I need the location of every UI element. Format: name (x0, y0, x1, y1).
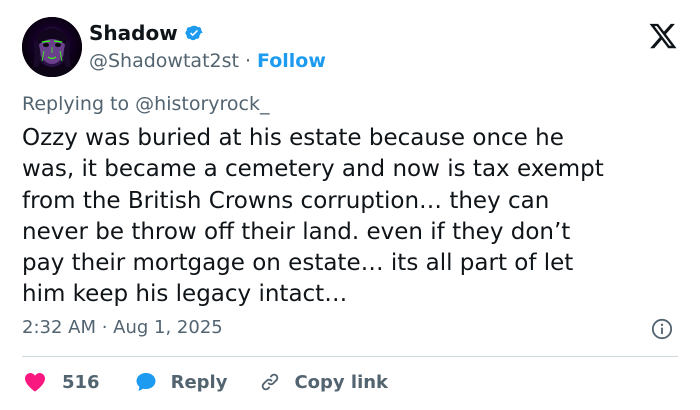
tweet-text: Ozzy was buried at his estate because on… (22, 125, 604, 308)
name-row: Shadow (89, 19, 204, 47)
timestamp[interactable]: 2:32 AM · Aug 1, 2025 (22, 315, 223, 341)
info-icon[interactable] (651, 318, 673, 340)
follow-button[interactable]: Follow (257, 47, 326, 75)
copy-link-label: Copy link (294, 371, 389, 393)
avatar[interactable] (22, 17, 82, 77)
tweet-date: Aug 1, 2025 (113, 317, 223, 338)
divider (22, 356, 678, 357)
handle-row: @Shadowtat2st · Follow (89, 47, 326, 75)
timestamp-separator: · (96, 317, 114, 338)
user-handle[interactable]: @Shadowtat2st (89, 47, 239, 75)
link-icon (257, 369, 283, 395)
x-logo-icon[interactable] (648, 21, 678, 51)
reply-button[interactable]: Reply (133, 369, 228, 395)
reply-label: Reply (170, 371, 228, 393)
tweet-card: Shadow @Shadowtat2st · Follow Replying t… (0, 0, 700, 410)
display-name[interactable]: Shadow (89, 19, 178, 47)
like-count: 516 (62, 371, 100, 393)
replying-prefix: Replying to (22, 93, 136, 115)
handle-separator: · (244, 50, 251, 72)
replying-to-handle[interactable]: @historyrock_ (135, 93, 269, 115)
like-button[interactable]: 516 (22, 369, 100, 395)
heart-icon (22, 369, 48, 395)
chat-bubble-icon (133, 369, 159, 395)
verified-badge-icon (184, 23, 204, 43)
tweet-time: 2:32 AM (22, 317, 96, 338)
action-bar: 516 Reply Copy link (22, 368, 388, 396)
copy-link-button[interactable]: Copy link (257, 369, 388, 395)
tweet-header: Shadow @Shadowtat2st · Follow (22, 17, 682, 77)
replying-to: Replying to @historyrock_ (22, 91, 269, 117)
